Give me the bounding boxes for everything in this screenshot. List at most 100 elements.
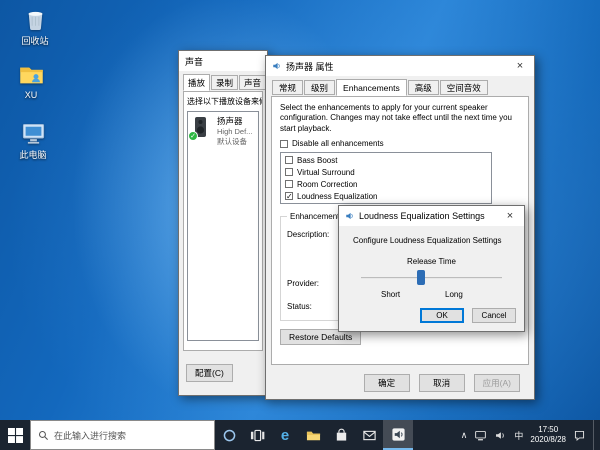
start-button[interactable] bbox=[0, 420, 30, 450]
taskbar-cortana-button[interactable] bbox=[215, 420, 243, 450]
configure-button[interactable]: 配置(C) bbox=[186, 364, 233, 382]
edge-icon: e bbox=[280, 426, 290, 444]
speaker-device-icon: ✓ bbox=[188, 115, 214, 141]
chevron-up-icon: ∧ bbox=[460, 429, 468, 440]
desktop-icon-this-pc[interactable]: 此电脑 bbox=[7, 120, 59, 161]
taskbar-mail-button[interactable] bbox=[355, 420, 383, 450]
recycle-bin-icon bbox=[28, 11, 42, 30]
enhancement-label: Room Correction bbox=[297, 179, 358, 189]
mail-icon bbox=[362, 430, 376, 440]
taskbar-file-explorer-button[interactable] bbox=[299, 420, 327, 450]
release-time-slider-track[interactable] bbox=[361, 277, 502, 279]
enhancement-label: Virtual Surround bbox=[297, 167, 355, 177]
desktop-icon-recycle-bin[interactable]: 回收站 bbox=[9, 6, 61, 47]
properties-title: 扬声器 属性 bbox=[286, 61, 334, 72]
desktop-icon-user-folder[interactable]: XU bbox=[5, 62, 57, 100]
user-folder-icon bbox=[19, 67, 43, 84]
enhancement-item-bass-boost[interactable]: Bass Boost bbox=[282, 154, 490, 166]
dialog-button-row: 确定 取消 应用(A) bbox=[363, 374, 520, 392]
disable-all-enhancements-checkbox[interactable]: Disable all enhancements bbox=[280, 139, 520, 148]
cancel-button[interactable]: Cancel bbox=[472, 308, 516, 323]
ok-button[interactable]: 确定 bbox=[363, 374, 410, 392]
loudness-instruction: Configure Loudness Equalization Settings bbox=[353, 236, 502, 245]
tab-playback[interactable]: 播放 bbox=[183, 74, 211, 91]
file-explorer-icon bbox=[306, 431, 320, 440]
tab-advanced[interactable]: 高级 bbox=[407, 80, 439, 95]
checkbox-icon bbox=[280, 139, 288, 148]
checkbox-icon bbox=[285, 180, 293, 189]
release-time-slider-thumb[interactable] bbox=[417, 270, 425, 285]
playback-device-list: ✓ 扬声器 High Def... 默认设备 bbox=[187, 111, 259, 341]
slider-min-label: Short bbox=[381, 290, 401, 299]
search-placeholder: 在此输入进行搜索 bbox=[54, 430, 127, 441]
enhancement-label: Loudness Equalization bbox=[297, 191, 378, 201]
tray-ime-indicator[interactable]: 中 bbox=[514, 429, 523, 442]
enhancements-intro: Select the enhancements to apply for you… bbox=[280, 103, 512, 133]
enhancement-label: Bass Boost bbox=[297, 155, 338, 165]
device-name: 扬声器 bbox=[217, 116, 243, 126]
system-tray: ∧ 中 17:50 2020/8/28 bbox=[461, 420, 600, 450]
playback-instruction: 选择以下播放设备来修 bbox=[187, 97, 262, 106]
apply-button[interactable]: 应用(A) bbox=[473, 374, 520, 392]
tab-spatial-sound[interactable]: 空间音效 bbox=[439, 80, 488, 95]
sound-dialog-tabs: 播放 录制 声音 bbox=[183, 74, 267, 91]
release-time-label: Release Time bbox=[407, 257, 456, 266]
playback-tab-page: 选择以下播放设备来修 ✓ 扬声器 High Def... 默认设备 bbox=[183, 91, 263, 351]
sound-dialog: 声音 播放 录制 声音 选择以下播放设备来修 ✓ 扬声器 High Def... bbox=[178, 50, 268, 396]
enhancements-list: Bass Boost Virtual Surround Room Correct… bbox=[280, 152, 492, 205]
properties-tabs: 常规 级别 Enhancements 高级 空间音效 bbox=[272, 79, 489, 96]
loudness-equalization-dialog: Loudness Equalization Settings × Configu… bbox=[338, 205, 525, 332]
loudness-titlebar[interactable]: Loudness Equalization Settings × bbox=[339, 206, 524, 226]
enhancement-item-virtual-surround[interactable]: Virtual Surround bbox=[282, 166, 490, 178]
desktop-icon-label: 此电脑 bbox=[19, 150, 47, 160]
ok-button[interactable]: OK bbox=[420, 308, 464, 323]
tray-network-button[interactable] bbox=[474, 429, 487, 442]
properties-titlebar[interactable]: 扬声器 属性 × bbox=[266, 56, 534, 76]
show-desktop-button[interactable] bbox=[593, 420, 597, 450]
checkbox-icon bbox=[285, 156, 293, 165]
close-icon[interactable]: × bbox=[506, 56, 534, 76]
loudness-button-row: OK Cancel bbox=[420, 308, 516, 323]
enhancement-item-room-correction[interactable]: Room Correction bbox=[282, 178, 490, 190]
checkbox-label: Disable all enhancements bbox=[292, 139, 384, 149]
cortana-icon bbox=[223, 429, 235, 441]
tray-action-center-button[interactable] bbox=[573, 429, 586, 442]
tray-clock[interactable]: 17:50 2020/8/28 bbox=[530, 425, 566, 445]
tray-date: 2020/8/28 bbox=[530, 435, 566, 444]
provider-label: Provider: bbox=[287, 279, 320, 289]
close-icon[interactable]: × bbox=[496, 206, 524, 226]
search-icon bbox=[38, 430, 48, 440]
speaker-icon bbox=[273, 62, 280, 70]
enhancement-item-loudness-equalization[interactable]: ✓ Loudness Equalization bbox=[282, 190, 490, 202]
checkbox-icon bbox=[285, 168, 293, 177]
network-icon bbox=[475, 430, 487, 440]
status-label: Status: bbox=[287, 302, 312, 312]
desktop-icon-label: 回收站 bbox=[21, 36, 49, 46]
device-status: 默认设备 bbox=[217, 137, 247, 146]
default-device-check-icon: ✓ bbox=[188, 131, 198, 141]
taskbar: 在此输入进行搜索 e ∧ 中 17:50 2020/8/28 bbox=[0, 420, 600, 450]
taskbar-search-input[interactable]: 在此输入进行搜索 bbox=[30, 420, 215, 450]
checkbox-icon: ✓ bbox=[285, 192, 293, 202]
action-center-icon bbox=[574, 430, 585, 441]
sound-dialog-title: 声音 bbox=[185, 56, 204, 67]
store-icon bbox=[336, 428, 346, 441]
tab-sounds[interactable]: 声音 bbox=[239, 75, 267, 90]
tab-recording[interactable]: 录制 bbox=[211, 75, 239, 90]
description-label: Description: bbox=[287, 230, 330, 240]
desktop-icon-label: XU bbox=[24, 90, 38, 100]
device-detail: High Def... bbox=[217, 127, 253, 136]
device-item-speakers[interactable]: ✓ 扬声器 High Def... 默认设备 bbox=[188, 112, 258, 150]
taskbar-edge-button[interactable]: e bbox=[271, 420, 299, 450]
tray-volume-button[interactable] bbox=[494, 429, 507, 442]
tray-overflow-button[interactable]: ∧ bbox=[461, 430, 468, 441]
taskbar-spacer bbox=[413, 420, 461, 450]
tab-general[interactable]: 常规 bbox=[272, 80, 304, 95]
tab-enhancements[interactable]: Enhancements bbox=[336, 79, 407, 96]
taskbar-task-view-button[interactable] bbox=[243, 420, 271, 450]
tab-levels[interactable]: 级别 bbox=[304, 80, 336, 95]
cancel-button[interactable]: 取消 bbox=[418, 374, 465, 392]
taskbar-sound-app-button[interactable] bbox=[383, 420, 413, 450]
taskbar-store-button[interactable] bbox=[327, 420, 355, 450]
sound-dialog-titlebar[interactable]: 声音 bbox=[179, 51, 267, 71]
